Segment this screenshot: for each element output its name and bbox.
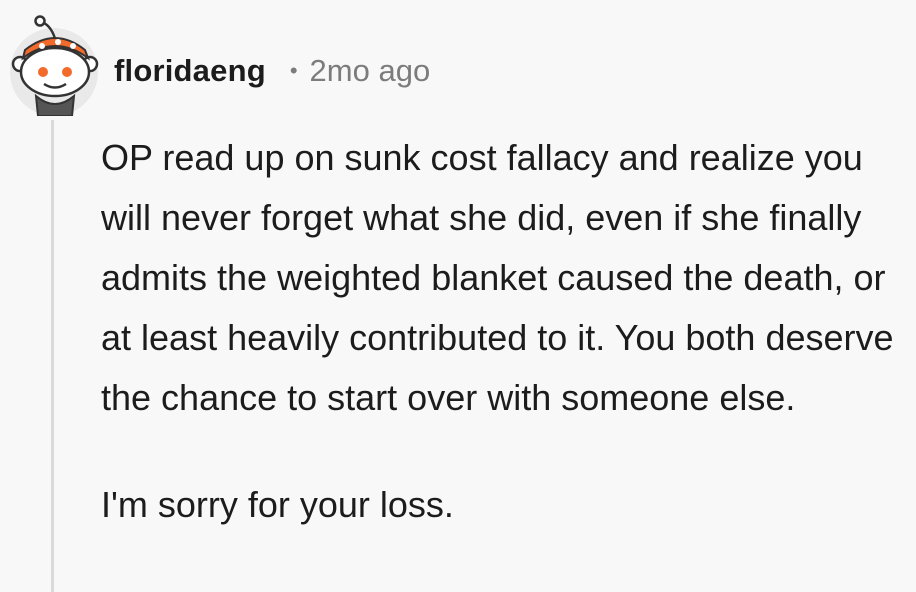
username-link[interactable]: floridaeng	[114, 53, 266, 89]
comment-paragraph: I'm sorry for your loss.	[101, 484, 454, 525]
user-avatar[interactable]	[6, 12, 102, 117]
reddit-snoo-avatar-icon	[10, 15, 99, 117]
meta-separator: •	[289, 58, 298, 83]
comment-timestamp[interactable]: 2mo ago	[310, 53, 431, 89]
comment-header: floridaeng • 2mo ago	[114, 48, 430, 94]
comment-paragraph: OP read up on sunk cost fallacy and real…	[101, 137, 894, 418]
thread-collapse-line[interactable]	[51, 120, 54, 592]
comment-body: OP read up on sunk cost fallacy and real…	[101, 128, 901, 535]
comment: floridaeng • 2mo ago OP read up on sunk …	[0, 0, 916, 592]
